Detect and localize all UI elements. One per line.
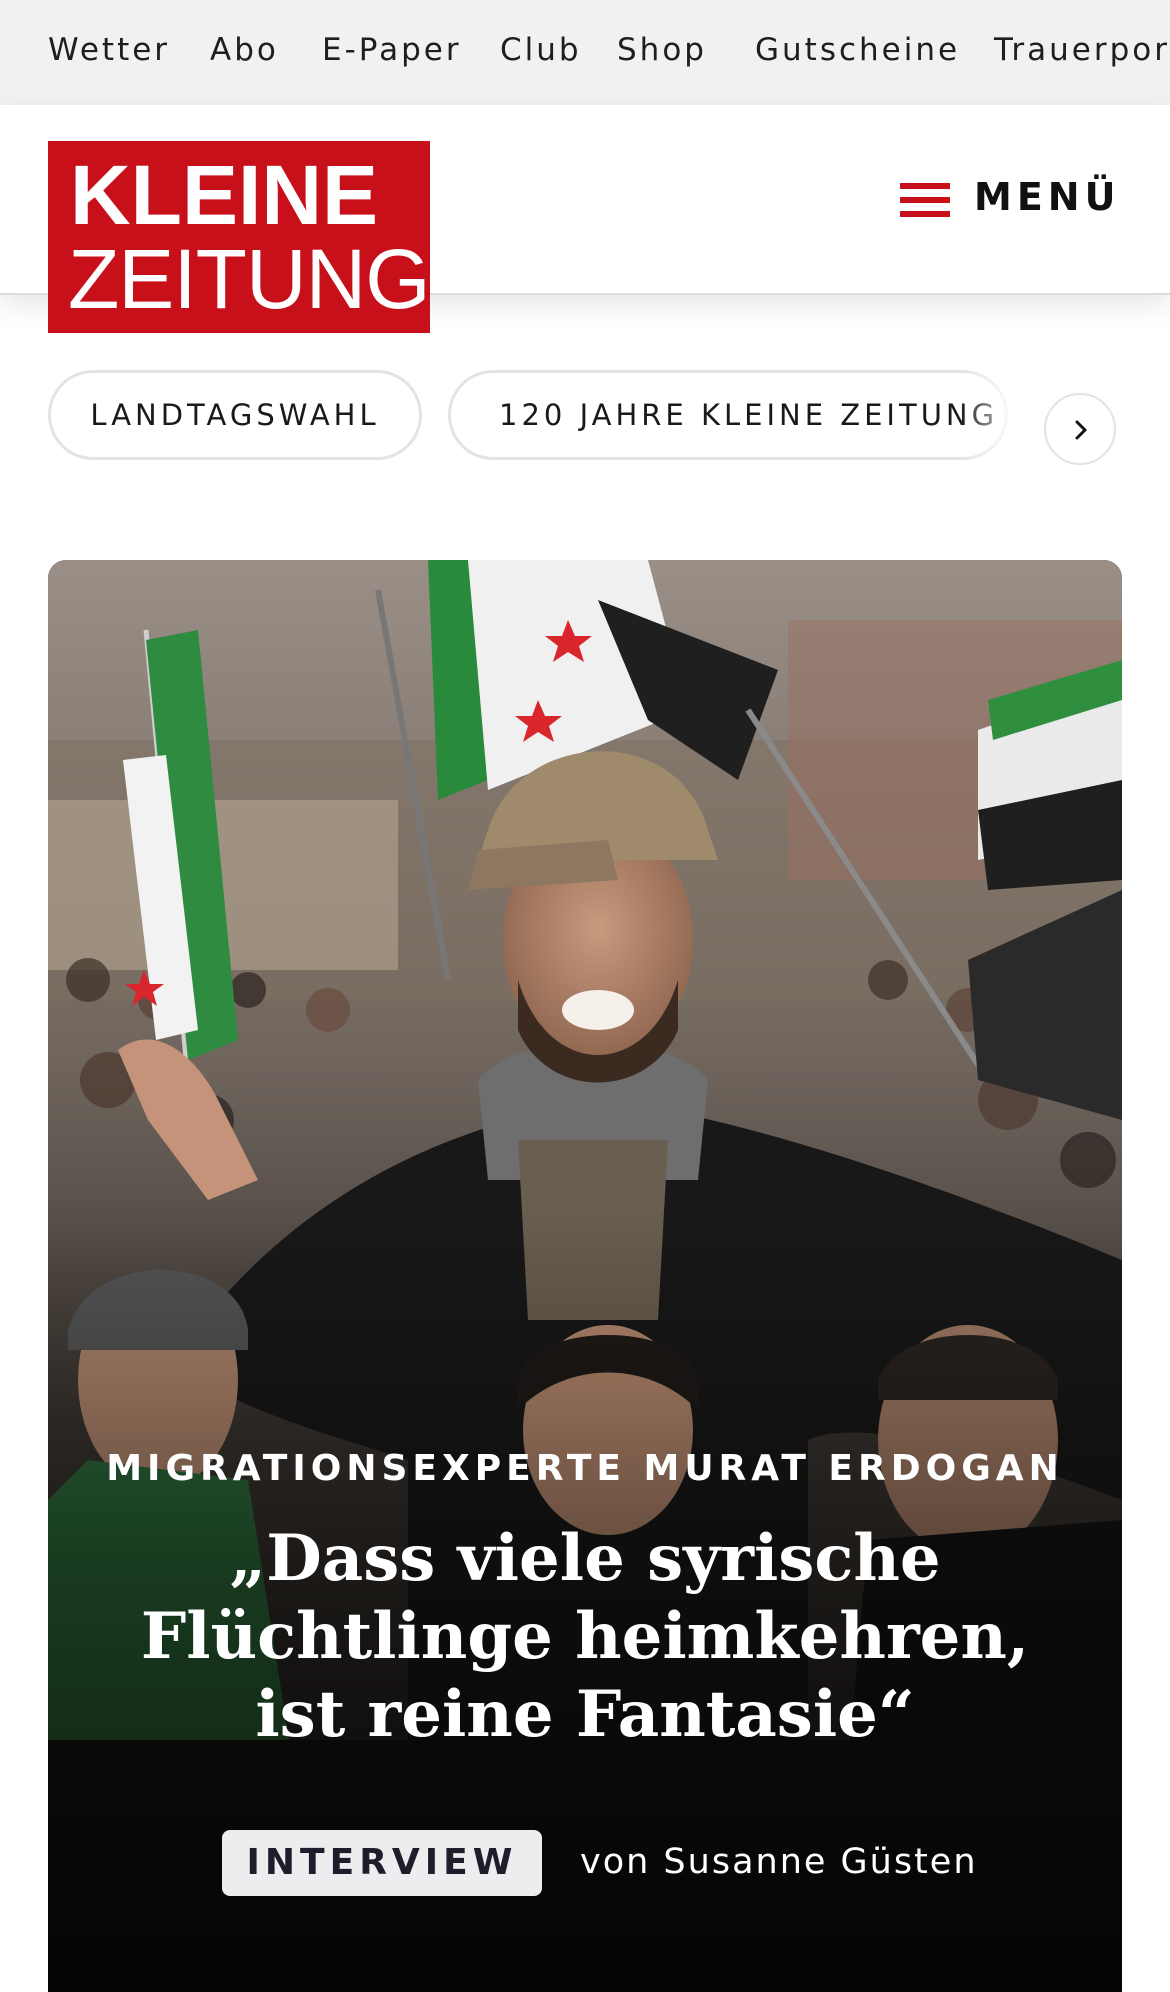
- chips-fade: [960, 355, 1050, 475]
- hero-headline[interactable]: „Dass viele syrische Flüchtlinge heimkeh…: [108, 1520, 1062, 1754]
- chip-120-jahre[interactable]: 120 JAHRE KLEINE ZEITUNG: [448, 370, 1008, 460]
- chip-landtagswahl[interactable]: LANDTAGSWAHL: [48, 370, 422, 460]
- hero-byline: von Susanne Güsten: [580, 1842, 978, 1882]
- nav-link-trauerportal[interactable]: Trauerportal: [994, 32, 1170, 68]
- hero-gradient-overlay: [48, 560, 1122, 1992]
- chevron-right-icon: [1075, 420, 1087, 440]
- nav-link-epaper[interactable]: E-Paper: [322, 32, 462, 68]
- menu-label: MENÜ: [974, 175, 1121, 219]
- nav-link-wetter[interactable]: Wetter: [48, 32, 170, 68]
- top-utility-nav: Wetter Abo E-Paper Club Shop Gutscheine …: [0, 0, 1170, 105]
- nav-link-gutscheine[interactable]: Gutscheine: [755, 32, 960, 68]
- hero-article-card[interactable]: MIGRATIONSEXPERTE MURAT ERDOGAN „Dass vi…: [48, 560, 1122, 1992]
- nav-link-shop[interactable]: Shop: [617, 32, 707, 68]
- menu-button[interactable]: MENÜ: [898, 165, 1118, 235]
- hero-kicker: MIGRATIONSEXPERTE MURAT ERDOGAN: [106, 1448, 1064, 1489]
- site-logo[interactable]: KLEINE ZEITUNG: [48, 141, 431, 333]
- hamburger-icon: [900, 183, 950, 217]
- chips-next-button[interactable]: [1044, 393, 1116, 465]
- nav-link-abo[interactable]: Abo: [210, 32, 279, 68]
- logo-text-kleine: KLEINE: [70, 148, 379, 242]
- logo-text-zeitung: ZEITUNG: [68, 232, 431, 326]
- nav-link-club[interactable]: Club: [500, 32, 582, 68]
- interview-badge: INTERVIEW: [222, 1830, 542, 1896]
